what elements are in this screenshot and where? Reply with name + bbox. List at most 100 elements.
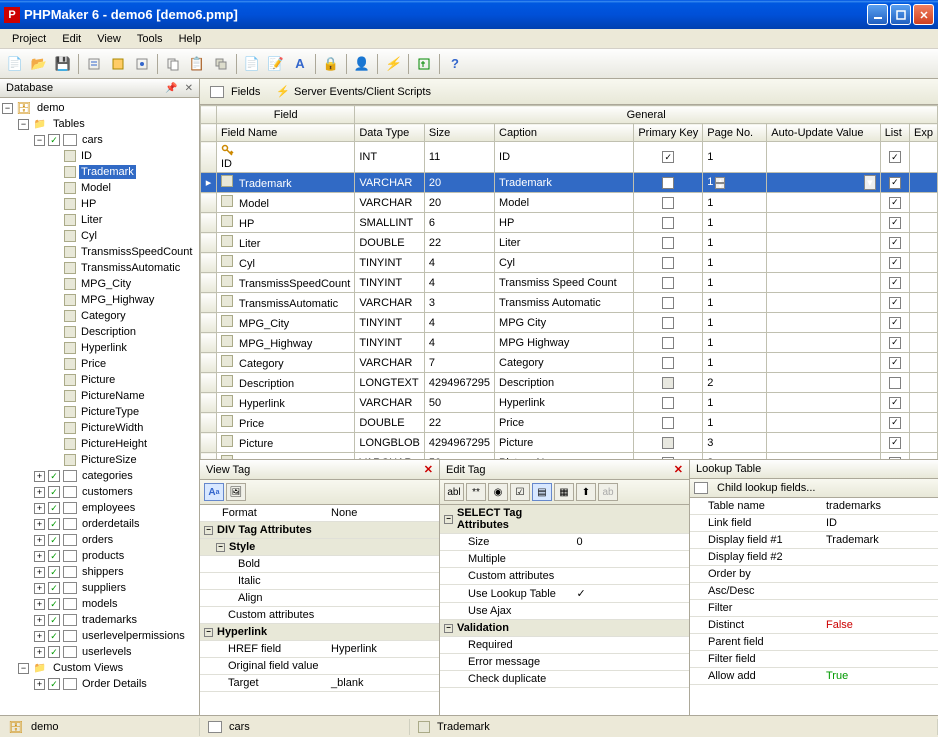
textarea-icon[interactable]: ▦ — [554, 483, 574, 501]
radio-icon[interactable]: ◉ — [488, 483, 508, 501]
collapse-icon[interactable]: − — [18, 663, 29, 674]
expand-icon[interactable]: + — [34, 551, 45, 562]
list-checkbox[interactable]: ✓ — [889, 417, 901, 429]
expand-icon[interactable]: + — [34, 535, 45, 546]
checkbox-icon[interactable]: ☑ — [510, 483, 530, 501]
open-icon[interactable]: 📂 — [28, 53, 50, 75]
edittag-close-icon[interactable]: ✕ — [674, 463, 683, 476]
grid-row[interactable]: Price DOUBLE22Price 1 ✓ — [201, 413, 938, 433]
viewtag-close-icon[interactable]: ✕ — [424, 463, 433, 476]
list-checkbox[interactable]: ✓ — [889, 177, 901, 189]
list-checkbox[interactable] — [889, 377, 901, 389]
script-icon[interactable]: ⚡ — [382, 53, 404, 75]
font-icon[interactable]: A — [289, 53, 311, 75]
text-icon[interactable]: abl — [444, 483, 464, 501]
tool-icon-1[interactable] — [83, 53, 105, 75]
collapse-icon[interactable]: − — [2, 103, 13, 114]
tree-checkbox[interactable]: ✓ — [48, 470, 60, 482]
pk-checkbox[interactable] — [662, 177, 674, 189]
menu-view[interactable]: View — [89, 31, 129, 47]
pk-checkbox[interactable] — [662, 397, 674, 409]
tree-node[interactable]: +✓orders — [2, 532, 197, 548]
expand-icon[interactable]: + — [34, 647, 45, 658]
pk-checkbox[interactable] — [662, 197, 674, 209]
grid-row[interactable]: Picture LONGBLOB4294967295Picture 3 ✓ — [201, 433, 938, 453]
tree-node[interactable]: −📁Tables — [2, 116, 197, 132]
list-checkbox[interactable]: ✓ — [889, 297, 901, 309]
grid-row[interactable]: Hyperlink VARCHAR50Hyperlink 1 ✓ — [201, 393, 938, 413]
tree-node[interactable]: +✓products — [2, 548, 197, 564]
paste-icon[interactable]: 📋 — [186, 53, 208, 75]
tree-node[interactable]: Category — [2, 308, 197, 324]
pk-checkbox[interactable] — [662, 417, 674, 429]
tree-node[interactable]: Cyl — [2, 228, 197, 244]
pk-checkbox[interactable]: ✓ — [662, 151, 674, 163]
grid-row[interactable]: HP SMALLINT6HP 1 ✓ — [201, 213, 938, 233]
tree-checkbox[interactable]: ✓ — [48, 566, 60, 578]
dropdown-icon[interactable]: ▾ — [864, 175, 876, 190]
list-checkbox[interactable]: ✓ — [889, 217, 901, 229]
file-icon[interactable]: ⬆ — [576, 483, 596, 501]
tree-node[interactable]: +✓shippers — [2, 564, 197, 580]
list-checkbox[interactable]: ✓ — [889, 237, 901, 249]
tree-node[interactable]: MPG_Highway — [2, 292, 197, 308]
grid-row[interactable]: Description LONGTEXT4294967295Descriptio… — [201, 373, 938, 393]
tree-checkbox[interactable]: ✓ — [48, 486, 60, 498]
grid-row[interactable]: Liter DOUBLE22Liter 1 ✓ — [201, 233, 938, 253]
grid-row[interactable]: Category VARCHAR7Category 1 ✓ — [201, 353, 938, 373]
list-checkbox[interactable]: ✓ — [889, 151, 901, 163]
menu-help[interactable]: Help — [171, 31, 210, 47]
doc-icon[interactable]: 📄 — [241, 53, 263, 75]
tree-node[interactable]: +✓models — [2, 596, 197, 612]
select-icon[interactable]: ▤ — [532, 483, 552, 501]
tree-node[interactable]: −📁Custom Views — [2, 660, 197, 676]
tree-node[interactable]: PictureType — [2, 404, 197, 420]
tab-fields[interactable]: Fields — [206, 84, 264, 100]
tree-node[interactable]: Model — [2, 180, 197, 196]
tree-node[interactable]: HP — [2, 196, 197, 212]
pk-checkbox[interactable] — [662, 277, 674, 289]
tree-node[interactable]: TransmissAutomatic — [2, 260, 197, 276]
tree-node[interactable]: Price — [2, 356, 197, 372]
tree-node[interactable]: PictureSize — [2, 452, 197, 468]
tree-node[interactable]: Trademark — [2, 164, 197, 180]
list-checkbox[interactable]: ✓ — [889, 317, 901, 329]
tree-node[interactable]: +✓orderdetails — [2, 516, 197, 532]
tree-node[interactable]: PictureWidth — [2, 420, 197, 436]
uselookup-checkbox[interactable]: ✓ — [577, 587, 685, 600]
edit-icon[interactable]: 📝 — [265, 53, 287, 75]
tree-node[interactable]: +✓suppliers — [2, 580, 197, 596]
expand-icon[interactable]: + — [34, 567, 45, 578]
tree-node[interactable]: −🗄demo — [2, 100, 197, 116]
tool-icon-3[interactable] — [131, 53, 153, 75]
tree-checkbox[interactable]: ✓ — [48, 550, 60, 562]
tree-checkbox[interactable]: ✓ — [48, 134, 60, 146]
tree-checkbox[interactable]: ✓ — [48, 582, 60, 594]
pk-checkbox[interactable] — [662, 237, 674, 249]
pk-checkbox[interactable] — [662, 217, 674, 229]
grid-row[interactable]: TransmissAutomatic VARCHAR3Transmiss Aut… — [201, 293, 938, 313]
tree-node[interactable]: Description — [2, 324, 197, 340]
auth-icon[interactable]: 👤 — [351, 53, 373, 75]
tree-node[interactable]: TransmissSpeedCount — [2, 244, 197, 260]
password-icon[interactable]: ** — [466, 483, 486, 501]
tree-node[interactable]: +✓userlevelpermissions — [2, 628, 197, 644]
expand-icon[interactable]: + — [34, 503, 45, 514]
pk-checkbox[interactable] — [662, 357, 674, 369]
menu-edit[interactable]: Edit — [54, 31, 89, 47]
panel-close-icon[interactable]: ✕ — [185, 83, 193, 94]
tree-node[interactable]: ID — [2, 148, 197, 164]
tree-node[interactable]: Hyperlink — [2, 340, 197, 356]
grid-row[interactable]: Model VARCHAR20Model 1 ✓ — [201, 193, 938, 213]
tree-checkbox[interactable]: ✓ — [48, 614, 60, 626]
tree-node[interactable]: +✓categories — [2, 468, 197, 484]
list-checkbox[interactable]: ✓ — [889, 357, 901, 369]
gen-icon[interactable] — [413, 53, 435, 75]
tree-checkbox[interactable]: ✓ — [48, 678, 60, 690]
expand-icon[interactable]: + — [34, 615, 45, 626]
tree-node[interactable]: −✓cars — [2, 132, 197, 148]
expand-icon[interactable]: + — [34, 599, 45, 610]
tree-node[interactable]: Liter — [2, 212, 197, 228]
expand-icon[interactable]: + — [34, 471, 45, 482]
list-checkbox[interactable]: ✓ — [889, 257, 901, 269]
